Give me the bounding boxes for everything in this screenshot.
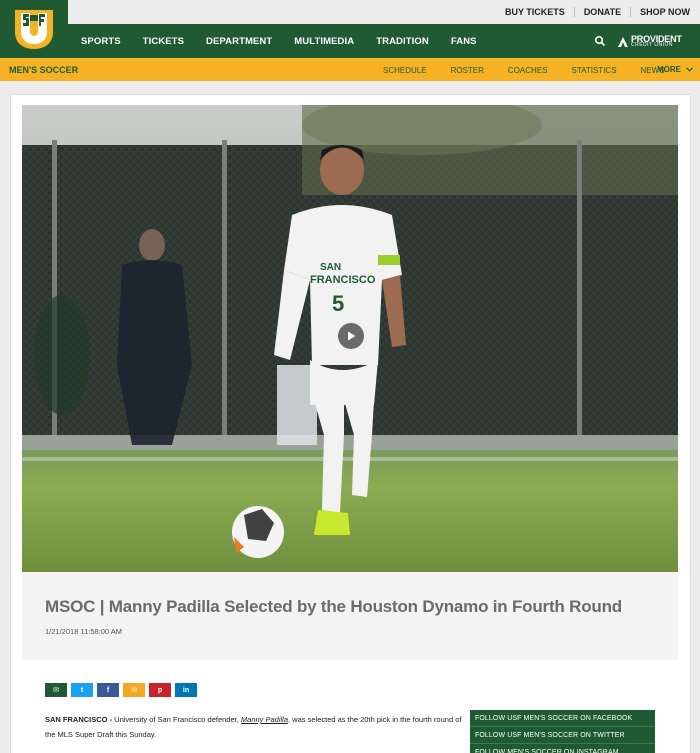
article-body: SAN FRANCISCO - University of San Franci…	[45, 712, 465, 742]
sport-title[interactable]: MEN'S SOCCER	[9, 65, 78, 75]
follow-instagram-link[interactable]: FOLLOW MEN'S SOCCER ON INSTAGRAM	[470, 744, 655, 753]
utility-links: BUY TICKETS DONATE SHOP NOW	[496, 7, 690, 17]
follow-twitter-link[interactable]: FOLLOW USF MEN'S SOCCER ON TWITTER	[470, 727, 655, 744]
mail-icon: ✉	[131, 687, 137, 694]
hero-photo[interactable]: SAN FRANCISCO 5	[22, 105, 678, 572]
shop-now-link[interactable]: SHOP NOW	[631, 7, 690, 17]
provident-mark-icon	[618, 36, 628, 47]
svg-text:SAN: SAN	[320, 262, 341, 273]
linkedin-icon: in	[182, 686, 190, 694]
share-email-button[interactable]: ✉	[45, 683, 67, 697]
play-icon	[348, 331, 356, 341]
usf-logo-icon	[15, 10, 53, 49]
facebook-icon: f	[106, 686, 110, 694]
search-icon[interactable]	[594, 35, 606, 47]
twitter-icon: t	[80, 686, 84, 694]
player-link[interactable]: Manny Padilla	[241, 715, 288, 724]
play-video-button[interactable]	[336, 321, 366, 351]
donate-link[interactable]: DONATE	[575, 7, 632, 17]
pinterest-icon: p	[157, 686, 163, 694]
sponsor-logo[interactable]: PROVIDENT CREDIT UNION	[617, 33, 691, 50]
share-facebook-button[interactable]: f	[97, 683, 119, 697]
article-date: 1/21/2018 11:58:00 AM	[45, 627, 123, 636]
nav-item-tradition[interactable]: TRADITION	[376, 36, 429, 47]
nav-item-department[interactable]: DEPARTMENT	[206, 36, 272, 47]
nav-item-sports[interactable]: SPORTS	[81, 36, 121, 47]
nav-item-fans[interactable]: FANS	[451, 36, 477, 47]
dateline: SAN FRANCISCO -	[45, 715, 113, 724]
sponsor-subtitle: CREDIT UNION	[631, 42, 674, 48]
sport-subnav: MEN'S SOCCER SCHEDULE ROSTER COACHES STA…	[0, 58, 700, 81]
more-label: MORE	[657, 65, 681, 74]
body-text-before: University of San Francisco defender,	[112, 715, 241, 724]
email-icon: ✉	[53, 687, 59, 694]
usf-logo[interactable]	[0, 0, 68, 58]
article-headline: MSOC | Manny Padilla Selected by the Hou…	[45, 597, 622, 616]
buy-tickets-link[interactable]: BUY TICKETS	[496, 7, 575, 17]
subnav-menu: SCHEDULE ROSTER COACHES STATISTICS NEWS	[383, 66, 689, 75]
nav-item-multimedia[interactable]: MULTIMEDIA	[294, 36, 354, 47]
share-twitter-button[interactable]: t	[71, 683, 93, 697]
subnav-item-statistics[interactable]: STATISTICS	[571, 66, 616, 75]
subnav-item-coaches[interactable]: COACHES	[508, 66, 548, 75]
subnav-item-roster[interactable]: ROSTER	[451, 66, 484, 75]
share-mail-button[interactable]: ✉	[123, 683, 145, 697]
follow-facebook-link[interactable]: FOLLOW USF MEN'S SOCCER ON FACEBOOK	[470, 710, 655, 727]
nav-menu: SPORTS TICKETS DEPARTMENT MULTIMEDIA TRA…	[81, 36, 499, 47]
headline-section: MSOC | Manny Padilla Selected by the Hou…	[22, 572, 678, 660]
svg-text:5: 5	[332, 291, 344, 316]
subnav-more-button[interactable]: MORE	[657, 65, 693, 74]
share-pinterest-button[interactable]: p	[149, 683, 171, 697]
nav-item-tickets[interactable]: TICKETS	[143, 36, 184, 47]
main-nav: SPORTS TICKETS DEPARTMENT MULTIMEDIA TRA…	[68, 24, 700, 58]
follow-box: FOLLOW USF MEN'S SOCCER ON FACEBOOK FOLL…	[470, 710, 655, 753]
utility-bar: BUY TICKETS DONATE SHOP NOW	[0, 0, 700, 24]
chevron-down-icon	[686, 67, 693, 72]
subnav-item-schedule[interactable]: SCHEDULE	[383, 66, 427, 75]
share-linkedin-button[interactable]: in	[175, 683, 197, 697]
svg-text:FRANCISCO: FRANCISCO	[310, 274, 376, 286]
share-bar: ✉ t f ✉ p in	[45, 683, 197, 697]
